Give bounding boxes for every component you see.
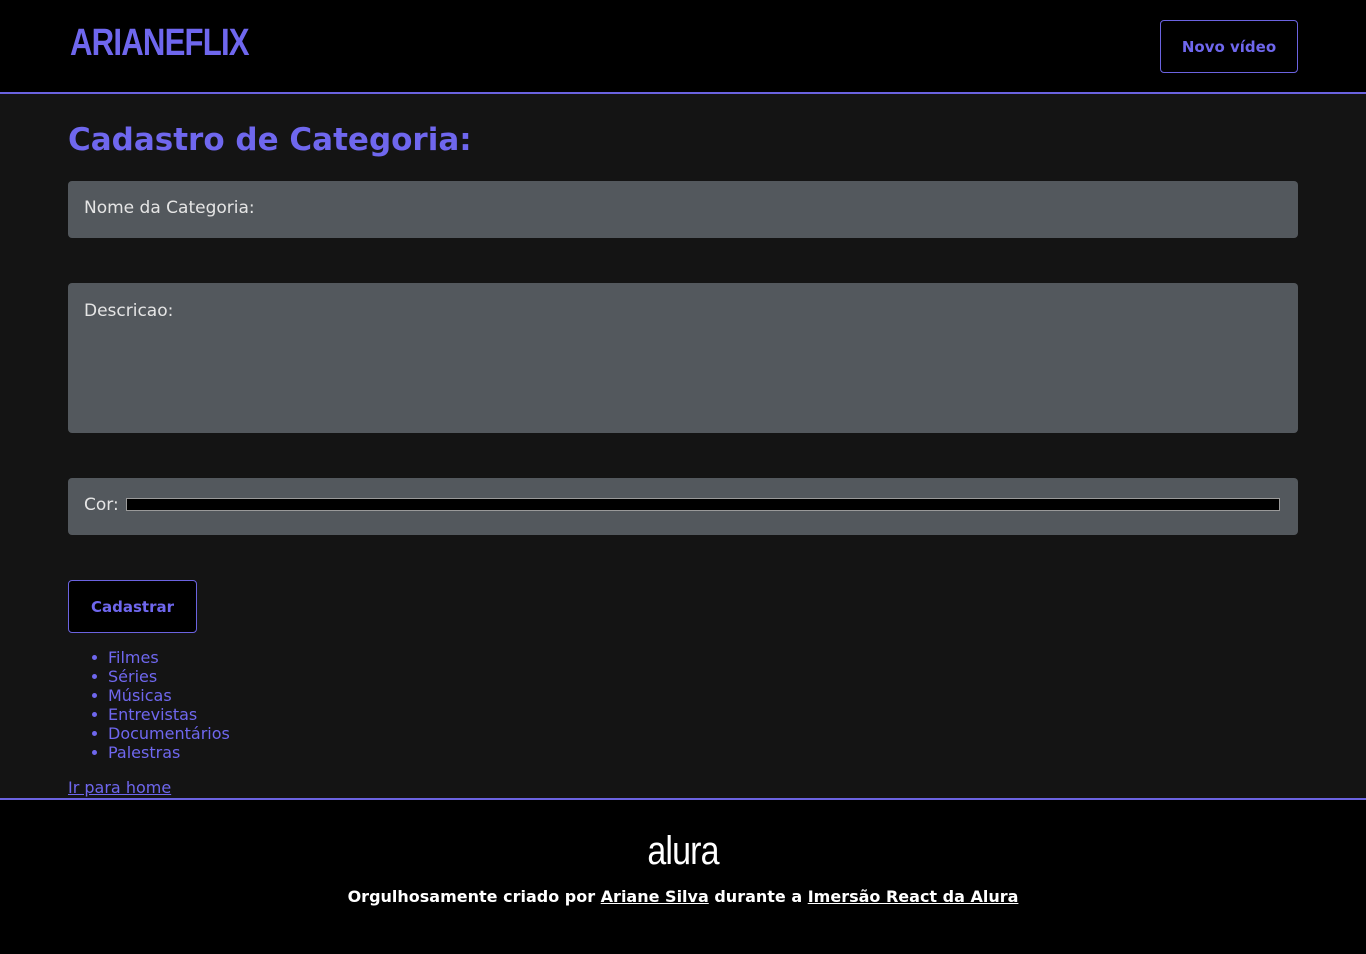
credits-middle: durante a	[714, 887, 803, 906]
color-label: Cor:	[84, 495, 119, 515]
category-list: Filmes Séries Músicas Entrevistas Docume…	[88, 648, 230, 762]
description-label: Descricao:	[84, 301, 174, 321]
category-item-label: Documentários	[108, 724, 230, 743]
bullet-icon	[92, 712, 97, 717]
list-item: Palestras	[88, 743, 230, 762]
description-field[interactable]: Descricao:	[68, 283, 1298, 433]
credits-prefix: Orgulhosamente criado por	[347, 887, 596, 906]
site-footer: alura Orgulhosamente criado por Ariane S…	[0, 798, 1366, 954]
list-item: Entrevistas	[88, 705, 230, 724]
color-picker-input[interactable]	[126, 498, 1280, 511]
bullet-icon	[92, 693, 97, 698]
list-item: Séries	[88, 667, 230, 686]
site-header: ARIANEFLIX Novo vídeo	[0, 0, 1366, 94]
bullet-icon	[92, 674, 97, 679]
event-link[interactable]: Imersão React da Alura	[808, 887, 1019, 906]
list-item: Músicas	[88, 686, 230, 705]
list-item: Filmes	[88, 648, 230, 667]
category-item-label: Séries	[108, 667, 158, 686]
footer-credits: Orgulhosamente criado por Ariane Silva d…	[0, 887, 1366, 907]
bullet-icon	[92, 655, 97, 660]
alura-logo: alura	[647, 829, 719, 873]
category-item-label: Entrevistas	[108, 705, 198, 724]
bullet-icon	[92, 750, 97, 755]
new-video-button[interactable]: Novo vídeo	[1160, 20, 1298, 73]
category-item-label: Palestras	[108, 743, 181, 762]
category-name-field[interactable]: Nome da Categoria:	[68, 181, 1298, 238]
color-field: Cor:	[68, 478, 1298, 535]
page-title: Cadastro de Categoria:	[68, 122, 472, 158]
bullet-icon	[92, 731, 97, 736]
submit-button[interactable]: Cadastrar	[68, 580, 197, 633]
category-name-label: Nome da Categoria:	[84, 198, 255, 218]
arianeflix-logo[interactable]: ARIANEFLIX	[70, 22, 250, 64]
category-item-label: Músicas	[108, 686, 172, 705]
author-link[interactable]: Ariane Silva	[601, 887, 709, 906]
category-item-label: Filmes	[108, 648, 159, 667]
list-item: Documentários	[88, 724, 230, 743]
home-link[interactable]: Ir para home	[68, 778, 171, 798]
